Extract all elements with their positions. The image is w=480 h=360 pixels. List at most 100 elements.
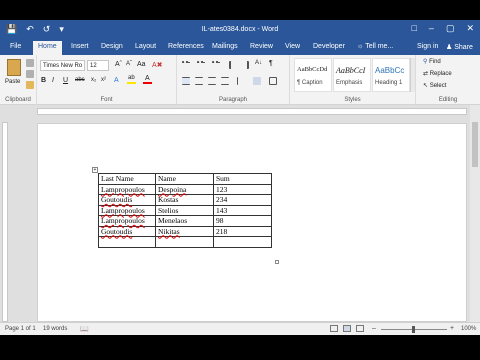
borders-icon[interactable] — [269, 77, 277, 85]
font-color-icon[interactable]: A — [143, 75, 152, 84]
vertical-ruler — [2, 122, 8, 322]
maximize-icon[interactable]: ▢ — [446, 23, 455, 34]
ribbon-display-icon[interactable]: □ — [411, 23, 416, 34]
decrease-indent-icon[interactable] — [229, 61, 237, 69]
table-cell[interactable]: Lampropoulos — [98, 204, 156, 216]
tab-file[interactable]: File — [10, 43, 21, 50]
table-cell[interactable]: Last Name — [98, 173, 156, 185]
bullets-icon[interactable] — [182, 61, 190, 69]
tab-layout[interactable]: Layout — [135, 43, 156, 50]
align-right-icon[interactable] — [208, 77, 216, 85]
numbering-icon[interactable] — [197, 61, 205, 69]
table-cell[interactable]: Goutoudis — [98, 225, 156, 237]
underline-button[interactable]: U — [63, 77, 68, 84]
copy-icon[interactable] — [26, 70, 34, 78]
tell-me-search[interactable]: ☼ Tell me... — [357, 43, 393, 50]
table-cell[interactable] — [155, 236, 214, 248]
subscript-icon[interactable]: x₂ — [91, 77, 96, 83]
table-cell[interactable]: 218 — [213, 225, 272, 237]
superscript-icon[interactable]: x² — [101, 77, 106, 83]
paste-button[interactable]: Paste — [5, 79, 20, 85]
zoom-in-icon[interactable]: + — [450, 325, 454, 332]
multilevel-list-icon[interactable] — [212, 61, 220, 69]
table-row: Goutoudis Nikitas 218 — [98, 225, 272, 237]
zoom-out-icon[interactable]: – — [372, 325, 376, 332]
tab-review[interactable]: Review — [250, 43, 273, 50]
style-emphasis[interactable]: AaBbCcI Emphasis — [333, 58, 371, 92]
minimize-icon[interactable]: – — [429, 23, 434, 34]
replace-button[interactable]: ⇄ Replace — [423, 70, 452, 77]
tab-design[interactable]: Design — [101, 43, 123, 50]
justify-icon[interactable] — [221, 77, 229, 85]
document-page[interactable]: + Last Name Name Sum Lampropoulos Despoi… — [37, 123, 467, 322]
proofing-icon[interactable]: 📖 — [80, 325, 89, 333]
table-cell[interactable]: Lampropoulos — [98, 215, 156, 227]
table-cell[interactable] — [98, 236, 156, 248]
tell-me-label: Tell me... — [365, 43, 394, 50]
table-cell[interactable] — [213, 236, 272, 248]
format-painter-icon[interactable] — [26, 81, 34, 89]
table-cell[interactable]: 123 — [213, 183, 272, 195]
style-caption-sample: AaBbCcDd — [297, 66, 328, 73]
table-cell[interactable]: Despoina — [155, 183, 214, 195]
italic-button[interactable]: I — [52, 77, 54, 84]
close-icon[interactable]: ✕ — [466, 23, 474, 34]
table-cell[interactable]: Kostas — [155, 194, 214, 206]
table-row: Goutoudis Kostas 234 — [98, 194, 272, 206]
table-cell[interactable]: Stelios — [155, 204, 214, 216]
shading-icon[interactable] — [253, 77, 261, 85]
tab-developer[interactable]: Developer — [313, 43, 345, 50]
table-resize-handle[interactable] — [275, 260, 279, 264]
print-layout-icon[interactable] — [343, 325, 351, 332]
page-count[interactable]: Page 1 of 1 — [5, 326, 36, 332]
select-button[interactable]: ↖ Select — [423, 82, 446, 89]
change-case-icon[interactable]: Aa — [137, 61, 146, 68]
style-heading1[interactable]: AaBbCc Heading 1 — [372, 58, 410, 92]
text-effects-icon[interactable]: A — [114, 77, 119, 84]
clear-formatting-icon[interactable]: A✖ — [152, 61, 163, 69]
share-label: Share — [454, 44, 473, 51]
web-layout-icon[interactable] — [356, 325, 364, 332]
increase-indent-icon[interactable] — [241, 61, 249, 69]
share-button[interactable]: ♟ Share — [446, 43, 473, 51]
vertical-scrollbar[interactable] — [470, 105, 480, 322]
zoom-slider-thumb[interactable] — [412, 326, 415, 333]
shrink-font-icon[interactable]: Aˇ — [126, 61, 132, 67]
align-center-icon[interactable] — [195, 77, 203, 85]
show-marks-icon[interactable]: ¶ — [269, 60, 273, 67]
table-cell[interactable]: Lampropoulos — [98, 183, 156, 195]
style-caption[interactable]: AaBbCcDd ¶ Caption — [294, 58, 332, 92]
styles-scroll[interactable] — [410, 58, 415, 92]
table-cell[interactable]: Name — [155, 173, 214, 185]
table-cell[interactable]: Sum — [213, 173, 272, 185]
tab-view[interactable]: View — [285, 43, 300, 50]
grow-font-icon[interactable]: Aˆ — [115, 61, 122, 68]
tab-references[interactable]: References — [168, 43, 204, 50]
font-name-select[interactable]: Times New Ro — [40, 60, 85, 71]
table-cell[interactable]: 234 — [213, 194, 272, 206]
sign-in-link[interactable]: Sign in — [417, 43, 438, 50]
bold-button[interactable]: B — [41, 77, 46, 84]
read-mode-icon[interactable] — [330, 325, 338, 332]
highlight-icon[interactable]: ab — [127, 75, 136, 84]
line-spacing-icon[interactable] — [237, 77, 245, 85]
table-cell[interactable]: Menelaos — [155, 215, 214, 227]
font-size-select[interactable]: 12 — [87, 60, 109, 71]
cut-icon[interactable] — [26, 59, 34, 67]
strikethrough-icon[interactable]: abc — [75, 77, 85, 83]
table-cell[interactable]: 98 — [213, 215, 272, 227]
table-cell[interactable]: Nikitas — [155, 225, 214, 237]
tab-insert[interactable]: Insert — [71, 43, 89, 50]
table-cell[interactable]: Goutoudis — [98, 194, 156, 206]
tab-mailings[interactable]: Mailings — [212, 43, 238, 50]
zoom-level[interactable]: 100% — [461, 326, 476, 332]
table-cell[interactable]: 143 — [213, 204, 272, 216]
word-count[interactable]: 19 words — [43, 326, 67, 332]
data-table[interactable]: Last Name Name Sum Lampropoulos Despoina… — [98, 173, 272, 248]
find-button[interactable]: ⚲ Find — [423, 58, 441, 65]
align-left-icon[interactable] — [182, 77, 190, 85]
tab-home[interactable]: Home — [33, 41, 62, 55]
sort-icon[interactable]: A↓ — [255, 60, 262, 66]
paste-icon[interactable] — [7, 59, 21, 76]
scrollbar-thumb[interactable] — [472, 122, 478, 167]
